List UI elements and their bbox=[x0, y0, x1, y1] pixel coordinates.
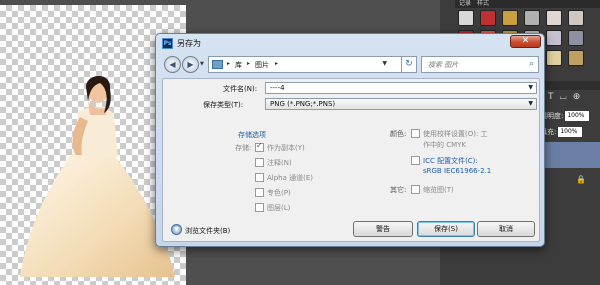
save-button[interactable]: 保存(S) bbox=[417, 221, 475, 237]
refresh-button[interactable]: ↻ bbox=[402, 56, 417, 73]
style-swatch[interactable] bbox=[568, 50, 584, 66]
back-button[interactable]: ◀ bbox=[164, 56, 181, 73]
filetype-select[interactable]: PNG (*.PNG;*.PNS) ▼ bbox=[265, 98, 537, 110]
layers-panel-header bbox=[540, 81, 600, 90]
breadcrumb-separator-icon[interactable]: ▸ bbox=[275, 60, 278, 67]
filename-value: ----4 bbox=[270, 84, 285, 92]
opacity-row: 透明度: 100% bbox=[540, 110, 600, 122]
filetype-label: 保存类型(T): bbox=[203, 101, 244, 109]
dialog-titlebar[interactable]: Ps 另存为 ✕ bbox=[156, 34, 544, 52]
panel-tab-history[interactable]: 记录 bbox=[459, 0, 471, 8]
filename-dropdown-icon[interactable]: ▼ bbox=[528, 84, 533, 91]
shape-filter-icon[interactable]: ⌴ bbox=[560, 92, 567, 106]
style-swatch[interactable] bbox=[546, 10, 562, 26]
filename-field[interactable]: ----4 ▼ bbox=[265, 82, 537, 94]
layer-filter-tools: T ⌴ ⊕ bbox=[540, 92, 600, 106]
breadcrumb-pictures[interactable]: 图片 bbox=[255, 60, 269, 70]
style-swatch[interactable] bbox=[568, 30, 584, 46]
lock-icon: 🔒 bbox=[576, 175, 586, 184]
warning-button[interactable]: 警告 bbox=[353, 221, 413, 237]
dialog-body: 文件名(N): ----4 ▼ 保存类型(T): PNG (*.PNG;*.PN… bbox=[162, 78, 540, 242]
as-copy-label: 作为副本(Y) bbox=[267, 144, 305, 152]
filetype-dropdown-icon[interactable]: ▼ bbox=[528, 100, 533, 107]
layers-label: 图层(L) bbox=[267, 204, 291, 212]
opacity-input[interactable]: 100% bbox=[565, 111, 590, 121]
photoshop-app-icon: Ps bbox=[162, 38, 173, 49]
other-label: 其它: bbox=[390, 186, 407, 194]
spot-colors-checkbox[interactable] bbox=[255, 188, 264, 197]
forward-button[interactable]: ▶ bbox=[182, 56, 199, 73]
style-swatch[interactable] bbox=[458, 10, 474, 26]
annotations-checkbox[interactable] bbox=[255, 158, 264, 167]
style-swatch[interactable] bbox=[524, 10, 540, 26]
style-swatch[interactable] bbox=[546, 50, 562, 66]
save-label: 存储: bbox=[235, 144, 252, 152]
address-bar[interactable]: ▸ 库 ▸ 图片 ▸ ▼ bbox=[208, 56, 402, 73]
thumbnail-label: 缩览图(T) bbox=[423, 186, 454, 194]
panel-tab-strip: 记录 样式 bbox=[455, 0, 600, 8]
panel-tab-styles[interactable]: 样式 bbox=[477, 0, 489, 8]
cancel-button[interactable]: 取消 bbox=[477, 221, 535, 237]
close-button[interactable]: ✕ bbox=[510, 35, 541, 48]
annotations-label: 注释(N) bbox=[267, 159, 292, 167]
navigation-bar: ◀ ▶ ▼ ▸ 库 ▸ 图片 ▸ ▼ ↻ 搜索 图片 ⌕ bbox=[162, 54, 540, 76]
breadcrumb-library[interactable]: 库 bbox=[235, 60, 242, 70]
recent-locations-dropdown-icon[interactable]: ▼ bbox=[200, 61, 204, 67]
icc-profile-checkbox[interactable] bbox=[411, 156, 420, 165]
alpha-channels-checkbox[interactable] bbox=[255, 173, 264, 182]
layers-checkbox[interactable] bbox=[255, 203, 264, 212]
style-swatch[interactable] bbox=[546, 30, 562, 46]
search-icon[interactable]: ⌕ bbox=[529, 59, 534, 69]
style-swatch[interactable] bbox=[568, 10, 584, 26]
folder-icon bbox=[212, 60, 223, 69]
icc-profile-label-line2: sRGB IEC61966-2.1 bbox=[423, 167, 492, 175]
as-copy-checkbox[interactable] bbox=[255, 141, 264, 152]
address-dropdown-icon[interactable]: ▼ bbox=[382, 60, 387, 67]
breadcrumb-separator-icon[interactable]: ▸ bbox=[247, 60, 250, 67]
fill-input[interactable]: 100% bbox=[558, 127, 583, 137]
save-as-dialog: Ps 另存为 ✕ ◀ ▶ ▼ ▸ 库 ▸ 图片 ▸ ▼ ↻ 搜索 图片 ⌕ 文件… bbox=[155, 33, 545, 247]
layer-row-selected[interactable] bbox=[540, 142, 600, 168]
breadcrumb-separator-icon[interactable]: ▸ bbox=[227, 60, 230, 67]
search-input[interactable]: 搜索 图片 bbox=[428, 60, 458, 70]
style-swatch[interactable] bbox=[502, 10, 518, 26]
style-swatch[interactable] bbox=[480, 10, 496, 26]
search-box[interactable]: 搜索 图片 ⌕ bbox=[421, 56, 539, 73]
filename-label: 文件名(N): bbox=[223, 85, 258, 93]
browse-folders-toggle[interactable]: 浏览文件夹(B) bbox=[185, 226, 230, 236]
fill-row: 填充: 100% bbox=[540, 126, 600, 138]
color-label: 颜色: bbox=[390, 130, 407, 138]
smart-filter-icon[interactable]: ⊕ bbox=[573, 92, 581, 106]
dialog-title: 另存为 bbox=[177, 39, 201, 48]
save-options-title: 存储选项 bbox=[238, 131, 266, 139]
proof-setup-label-line2: 作中的 CMYK bbox=[423, 141, 467, 149]
thumbnail-checkbox[interactable] bbox=[411, 185, 420, 194]
spot-colors-label: 专色(P) bbox=[267, 189, 291, 197]
proof-setup-label-line1: 使用校样设置(O): 工 bbox=[423, 130, 488, 138]
icc-profile-label-line1: ICC 配置文件(C): bbox=[423, 157, 478, 165]
expand-arrow-icon[interactable]: ▼ bbox=[171, 224, 182, 235]
text-filter-icon[interactable]: T bbox=[548, 92, 554, 106]
alpha-channels-label: Alpha 通道(E) bbox=[267, 174, 314, 182]
filetype-value: PNG (*.PNG;*.PNS) bbox=[270, 100, 336, 108]
proof-setup-checkbox[interactable] bbox=[411, 129, 420, 138]
